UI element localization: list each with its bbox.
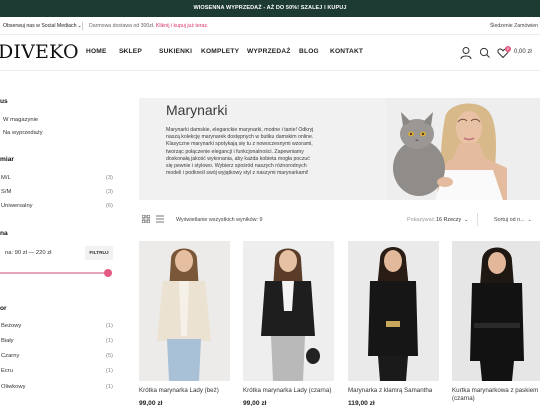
filter-on-sale-label: Na wyprzedaży [3, 130, 43, 136]
filter-status-title: us [0, 98, 8, 105]
price-slider-track[interactable] [0, 272, 109, 274]
product-price: 99,00 zł [243, 400, 267, 407]
user-icon[interactable] [460, 45, 472, 61]
filter-size-universal[interactable]: Uniwersalny (6) [1, 203, 113, 209]
per-page-select[interactable]: 16 Rzeczy ⌄ [436, 217, 468, 223]
chevron-down-icon: ⌄ [122, 48, 127, 54]
filter-in-stock-label: W magazynie [3, 117, 39, 123]
filter-on-sale[interactable]: Na wyprzedaży [1, 130, 113, 136]
nav-blog[interactable]: BLOG [299, 48, 319, 55]
banner-photo [387, 98, 540, 200]
per-page-value: 16 Rzeczy [436, 217, 462, 223]
nav-dresses[interactable]: SUKIENKI [159, 48, 192, 55]
per-page-label: Pokazywać: [407, 217, 436, 223]
size-count: (3) [105, 189, 113, 195]
color-label: Biały [1, 338, 14, 344]
filter-color-white[interactable]: Biały (1) [1, 338, 113, 344]
filter-button[interactable]: FILTRUJ [85, 246, 113, 260]
filter-color-title: or [0, 305, 7, 312]
social-media-dropdown[interactable]: Obserwuj nas w Social Mediach⌄ [3, 17, 82, 35]
size-count: (6) [105, 203, 113, 209]
search-icon[interactable] [479, 45, 491, 61]
product-card[interactable]: Kurtka marynarkowa z paskiem (czarna) [452, 241, 540, 407]
sort-value: Sortuj od n... [494, 217, 525, 223]
nav-sale[interactable]: WYPRZEDAŻ [247, 48, 291, 55]
product-image[interactable] [139, 241, 230, 381]
color-count: (1) [105, 338, 113, 344]
chevron-down-icon: ⌄ [464, 217, 469, 223]
filter-color-beige[interactable]: Beżowy (1) [1, 323, 113, 329]
product-image[interactable] [243, 241, 334, 381]
color-label: Czarny [1, 353, 20, 359]
filters-sidebar: us W magazynie Na wyprzedaży miar M/L (3… [0, 72, 125, 407]
product-card[interactable]: Krótka marynarka Lady (czarna) 99,00 zł [243, 241, 334, 407]
nav-contact[interactable]: KONTAKT [330, 48, 363, 55]
cart-count-badge: 0 [505, 46, 511, 52]
filter-size-title: miar [0, 156, 14, 163]
category-title: Marynarki [166, 102, 228, 118]
size-label: Uniwersalny [1, 203, 33, 209]
logo[interactable]: DIVEKO [0, 41, 79, 63]
list-view-icon[interactable] [156, 215, 164, 223]
product-name[interactable]: Krótka marynarka Lady (beż) [139, 387, 230, 395]
sort-select[interactable]: Sortuj od n... ⌄ [494, 217, 532, 223]
filter-color-black[interactable]: Czarny (5) [1, 353, 113, 359]
filter-color-olive[interactable]: Oliwkowy (1) [1, 384, 113, 390]
product-price: 99,00 zł [139, 400, 163, 407]
product-grid: Krótka marynarka Lady (beż) 99,00 zł Kró… [139, 241, 540, 407]
filter-size-sm[interactable]: S/M (3) [1, 189, 113, 195]
filter-in-stock[interactable]: W magazynie [1, 117, 113, 123]
promo-bar[interactable]: WIOSENNA WYPRZEDAŻ - AŻ DO 50%! SZALEJ I… [0, 0, 540, 17]
shipping-link[interactable]: Kliknij i kupuj już teraz. [156, 23, 208, 29]
category-banner: Marynarki Marynarki damskie, eleganckie … [139, 98, 540, 200]
product-name[interactable]: Kurtka marynarkowa z paskiem (czarna) [452, 387, 540, 403]
nav-sets[interactable]: KOMPLETY [201, 48, 239, 55]
nav-home[interactable]: HOME [86, 48, 107, 55]
filter-price-title: na [0, 230, 8, 237]
shipping-text: Darmowa dostawa od 300zł. [89, 23, 155, 29]
info-bar: Obserwuj nas w Social Mediach⌄ Darmowa d… [0, 17, 540, 35]
size-label: M/L [1, 175, 11, 181]
filter-size-ml[interactable]: M/L (3) [1, 175, 113, 181]
color-count: (1) [105, 384, 113, 390]
size-count: (3) [105, 175, 113, 181]
social-media-label: Obserwuj nas w Social Mediach [3, 23, 77, 29]
price-slider-handle[interactable] [104, 269, 112, 277]
product-name[interactable]: Krótka marynarka Lady (czarna) [243, 387, 334, 395]
size-label: S/M [1, 189, 12, 195]
category-description: Marynarki damskie, eleganckie marynarki,… [166, 127, 314, 177]
product-image[interactable] [348, 241, 439, 381]
color-label: Beżowy [1, 323, 22, 329]
product-card[interactable]: Marynarka z klamrą Samantha 119,00 zł [348, 241, 439, 407]
divider [477, 213, 478, 226]
shop-toolbar: Wyświetlanie wszystkich wyników: 9 Pokaz… [139, 212, 540, 228]
color-count: (1) [105, 323, 113, 329]
order-tracking-link[interactable]: Śledzenie Zamówien [490, 17, 538, 35]
grid-view-icon[interactable] [142, 215, 150, 223]
color-count: (1) [105, 368, 113, 374]
promo-text[interactable]: WIOSENNA WYPRZEDAŻ - AŻ DO 50%! SZALEJ I… [193, 5, 346, 11]
chevron-down-icon: ⌄ [527, 217, 532, 223]
color-label: Oliwkowy [1, 384, 26, 390]
results-count: Wyświetlanie wszystkich wyników: 9 [176, 217, 263, 223]
cart-total[interactable]: 0,00 zł [514, 49, 532, 55]
product-price: 119,00 zł [348, 400, 375, 407]
main-header: DIVEKO HOME SKLEP ⌄ SUKIENKI KOMPLETY WYP… [0, 35, 540, 71]
product-card[interactable]: Krótka marynarka Lady (beż) 99,00 zł [139, 241, 230, 407]
product-image[interactable] [452, 241, 540, 381]
color-label: Ecru [1, 368, 13, 374]
shipping-info: Darmowa dostawa od 300zł. Kliknij i kupu… [89, 17, 208, 35]
price-range-label: na: 90 zł — 220 zł [5, 250, 52, 256]
divider [82, 22, 83, 30]
filter-color-ecru[interactable]: Ecru (1) [1, 368, 113, 374]
color-count: (5) [105, 353, 113, 359]
product-name[interactable]: Marynarka z klamrą Samantha [348, 387, 439, 395]
